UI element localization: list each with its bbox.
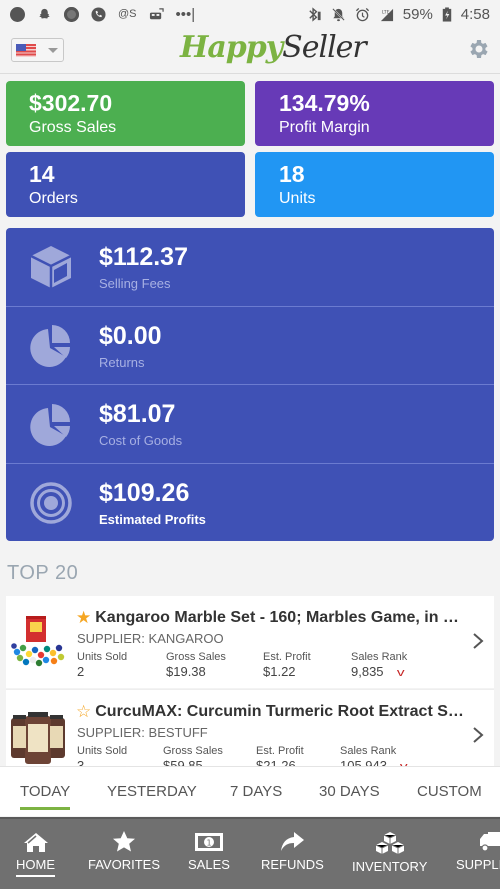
tab-custom[interactable]: CUSTOM — [417, 783, 482, 800]
selling-fees-label: Selling Fees — [99, 276, 171, 291]
chevron-right-icon[interactable] — [471, 726, 485, 744]
cost-of-goods-value: $81.07 — [99, 400, 176, 428]
nav-inventory[interactable]: INVENTORY — [352, 831, 427, 874]
pie-chart-icon — [30, 325, 70, 368]
mute-icon — [331, 7, 345, 21]
clock: 4:58 — [460, 5, 490, 23]
product-row[interactable]: ☆ CurcuMAX: Curcumin Turmeric Root Extra… — [6, 689, 494, 766]
nav-favorites[interactable]: FAVORITES — [88, 831, 160, 872]
sales-rank-stat: Sales Rank 9,835 v — [351, 651, 408, 679]
cs-app-icon: @S — [118, 8, 137, 20]
svg-text:LTE: LTE — [382, 9, 390, 15]
cost-of-goods-row[interactable]: $81.07 Cost of Goods — [6, 385, 494, 464]
gross-sales-label: Gross Sales — [29, 119, 117, 136]
product-stats: Units Sold 3 Gross Sales $59.85 Est. Pro… — [77, 745, 408, 766]
logo-seller: Seller — [282, 30, 367, 65]
gross-sales-tile[interactable]: $302.70 Gross Sales — [6, 81, 245, 146]
tab-today[interactable]: TODAY — [20, 783, 71, 810]
gross-sales-stat: Gross Sales $59.85 — [163, 745, 223, 766]
favorite-star-filled-icon[interactable]: ★ — [76, 608, 91, 628]
selling-fees-value: $112.37 — [99, 243, 188, 271]
profit-margin-tile[interactable]: 134.79% Profit Margin — [255, 81, 494, 146]
product-supplier: SUPPLIER: KANGAROO — [77, 631, 224, 646]
caret-down-icon — [48, 47, 58, 53]
bottom-navigation: HOME FAVORITES 1 SALES REFUNDS INVENTORY… — [0, 817, 500, 889]
app-header: Happy Seller — [0, 28, 500, 74]
cost-of-goods-label: Cost of Goods — [99, 433, 183, 448]
us-flag-icon — [16, 43, 36, 57]
more-dots-icon: •••| — [175, 5, 196, 23]
app-circle-icon — [64, 6, 79, 22]
nav-home[interactable]: HOME — [16, 831, 55, 877]
returns-row[interactable]: $0.00 Returns — [6, 307, 494, 385]
status-bar: @S •••| LTE 59% 4:58 — [0, 0, 500, 28]
signal-icon: LTE — [380, 8, 393, 21]
tab-yesterday[interactable]: YESTERDAY — [107, 783, 197, 800]
rank-down-icon: v — [396, 667, 405, 679]
orders-value: 14 — [29, 161, 55, 187]
target-icon — [30, 482, 72, 524]
returns-value: $0.00 — [99, 321, 162, 350]
favorite-star-outline-icon[interactable]: ☆ — [76, 702, 91, 722]
share-arrow-icon — [281, 832, 305, 851]
product-supplier: SUPPLIER: BESTUFF — [77, 725, 208, 740]
boxes-icon — [375, 832, 404, 854]
tab-30-days[interactable]: 30 DAYS — [319, 783, 380, 800]
snapchat-icon — [39, 8, 50, 19]
returns-label: Returns — [99, 354, 145, 370]
est-profit-stat: Est. Profit $1.22 — [263, 651, 311, 679]
svg-text:1: 1 — [206, 839, 211, 848]
units-sold-stat: Units Sold 3 — [77, 745, 128, 766]
product-image-supplement-bottles — [11, 712, 65, 764]
est-profit-stat: Est. Profit $21.26 — [256, 745, 304, 766]
gross-sales-stat: Gross Sales $19.38 — [166, 651, 226, 679]
estimated-profits-label: Estimated Profits — [99, 511, 206, 527]
app-logo: Happy Seller — [180, 30, 367, 70]
chevron-right-icon[interactable] — [471, 632, 485, 650]
orders-label: Orders — [29, 190, 78, 207]
home-icon — [23, 833, 48, 852]
nav-refunds[interactable]: REFUNDS — [261, 831, 324, 872]
units-tile[interactable]: 18 Units — [255, 152, 494, 217]
product-stats: Units Sold 2 Gross Sales $19.38 Est. Pro… — [77, 651, 407, 679]
truck-icon — [480, 832, 500, 852]
country-select[interactable] — [11, 38, 64, 62]
profit-breakdown-panel: $112.37 Selling Fees $0.00 Returns $81.0… — [6, 228, 494, 541]
top20-heading: TOP 20 — [7, 562, 79, 584]
bluetooth-icon — [309, 6, 321, 22]
units-sold-stat: Units Sold 2 — [77, 651, 128, 679]
tab-7-days[interactable]: 7 DAYS — [230, 783, 282, 800]
product-title[interactable]: ★ Kangaroo Marble Set - 160; Marbles Gam… — [76, 608, 466, 628]
logo-happy: Happy — [180, 30, 283, 65]
gear-icon[interactable] — [467, 37, 491, 61]
estimated-profits-row[interactable]: $109.26 Estimated Profits — [6, 464, 494, 542]
battery-icon — [442, 6, 452, 22]
music-app-icon — [10, 6, 25, 22]
units-label: Units — [279, 190, 316, 207]
product-row[interactable]: ★ Kangaroo Marble Set - 160; Marbles Gam… — [6, 596, 494, 688]
phone-icon — [91, 6, 106, 22]
battery-level: 59% — [402, 5, 433, 23]
estimated-profits-value: $109.26 — [99, 478, 190, 507]
star-icon — [113, 831, 135, 852]
cube-icon — [30, 245, 72, 288]
profit-margin-value: 134.79% — [279, 90, 370, 116]
product-title[interactable]: ☆ CurcuMAX: Curcumin Turmeric Root Extra… — [76, 702, 466, 722]
pie-chart-icon — [30, 403, 70, 446]
alarm-icon — [355, 7, 369, 21]
date-range-tabs: TODAY YESTERDAY 7 DAYS 30 DAYS CUSTOM — [0, 766, 500, 816]
cash-icon: 1 — [194, 833, 223, 851]
product-image-marbles — [11, 616, 65, 667]
orders-tile[interactable]: 14 Orders — [6, 152, 245, 217]
sales-rank-stat: Sales Rank 105,943v — [340, 745, 408, 766]
profit-margin-label: Profit Margin — [279, 119, 370, 136]
nav-sales[interactable]: 1 SALES — [188, 831, 230, 872]
nav-suppliers[interactable]: SUPPLIERS — [456, 831, 500, 872]
gross-sales-value: $302.70 — [29, 90, 113, 116]
selling-fees-row[interactable]: $112.37 Selling Fees — [6, 228, 494, 307]
units-value: 18 — [279, 161, 305, 187]
car-app-icon — [149, 7, 164, 19]
